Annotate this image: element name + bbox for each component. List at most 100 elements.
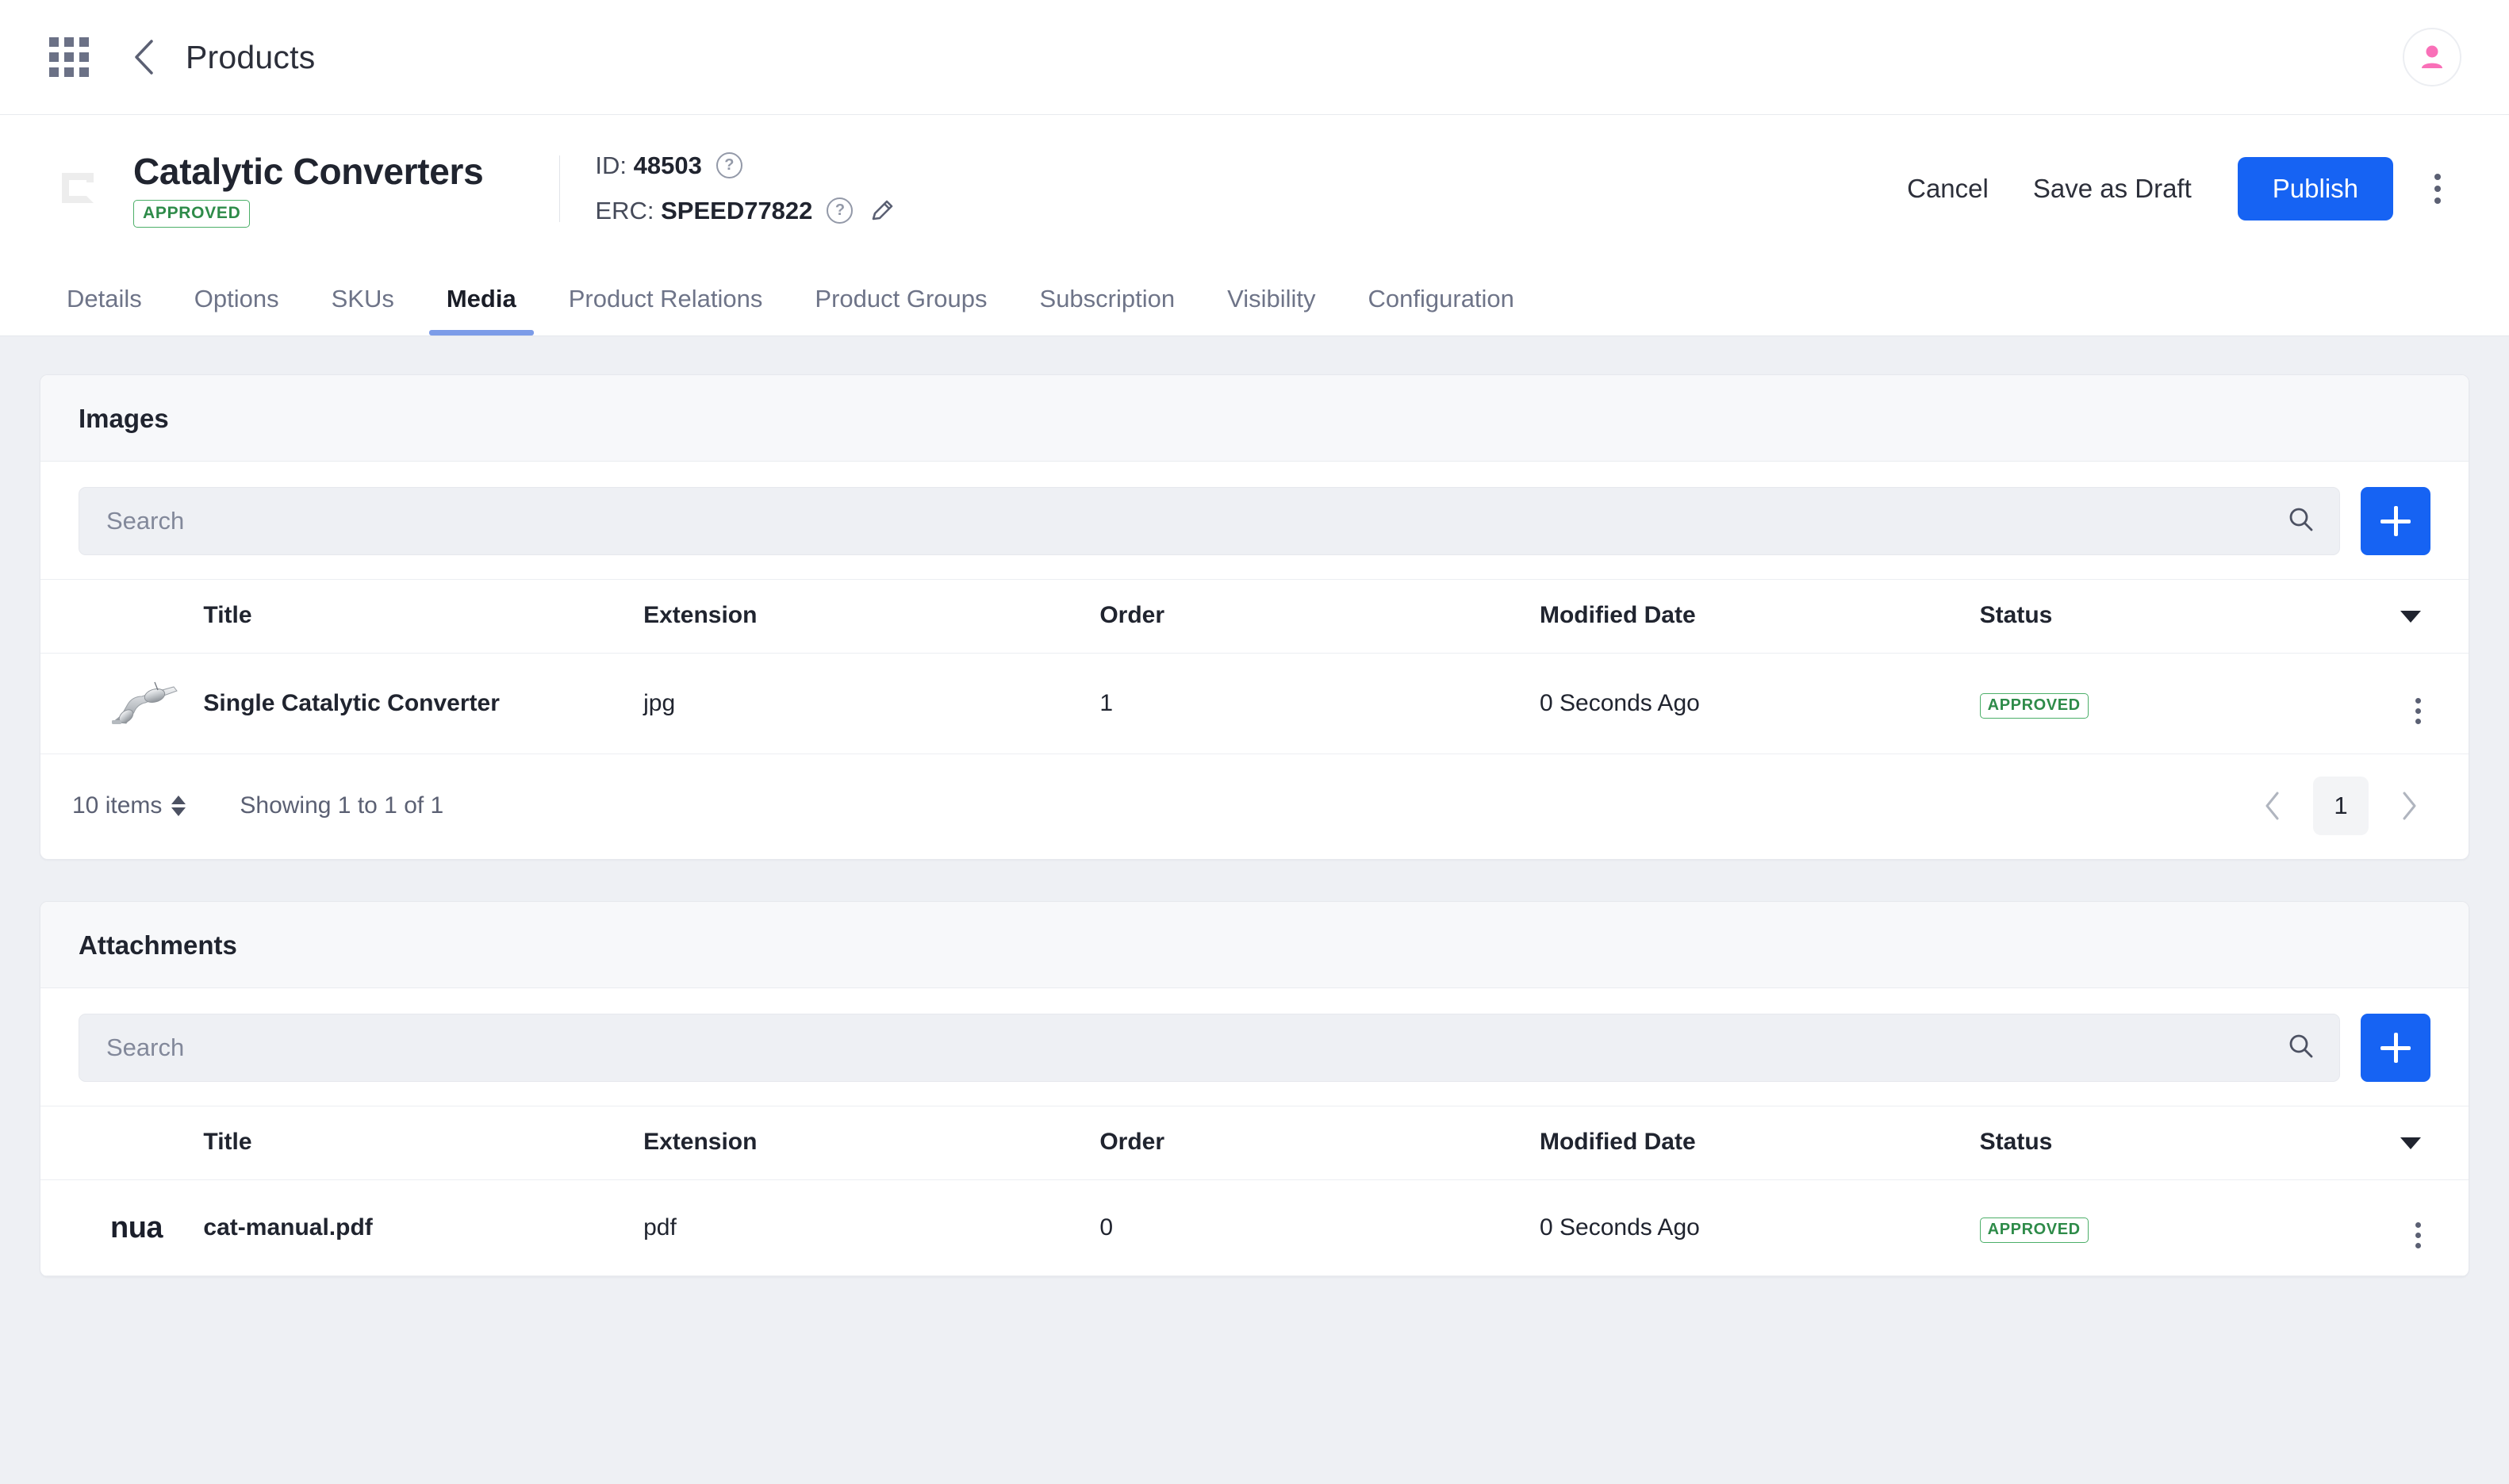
pagination: 1 (2251, 777, 2430, 835)
images-panel: Images Title Extension Or (40, 374, 2469, 860)
attachment-row-extension: pdf (643, 1179, 1100, 1276)
question-mark-circle-icon[interactable]: ? (715, 152, 742, 178)
caret-down-icon[interactable] (2400, 1137, 2421, 1149)
header-actions: Cancel Save as Draft Publish (1885, 156, 2461, 220)
showing-range-label: Showing 1 to 1 of 1 (240, 792, 444, 819)
attachment-row-order: 0 (1099, 1179, 1540, 1276)
product-erc-label: ERC: (595, 196, 654, 224)
image-row-status: APPROVED (1979, 653, 2371, 754)
question-mark-circle-icon[interactable]: ? (827, 197, 854, 224)
search-icon[interactable] (2287, 1032, 2315, 1064)
attachments-search-input[interactable] (106, 1033, 2287, 1062)
publish-button[interactable]: Publish (2237, 156, 2393, 220)
attachments-col-title[interactable]: Title (203, 1106, 644, 1180)
catalytic-converter-photo-icon (110, 681, 180, 727)
add-image-button[interactable] (2361, 487, 2430, 555)
images-panel-header: Images (40, 375, 2469, 462)
status-badge: APPROVED (1979, 692, 2089, 719)
save-as-draft-button[interactable]: Save as Draft (2011, 163, 2214, 215)
attachment-row-thumbnail: nua (40, 1179, 204, 1276)
divider (559, 155, 561, 222)
product-id-label: ID: (595, 151, 627, 179)
attachments-search-box[interactable] (79, 1014, 2340, 1082)
images-col-status[interactable]: Status (1979, 579, 2371, 654)
image-row-thumbnail (40, 653, 204, 754)
kebab-menu-icon[interactable] (2415, 698, 2421, 724)
attachment-row-modified-date: 0 Seconds Ago (1539, 1179, 1980, 1276)
attachments-panel-header: Attachments (40, 902, 2469, 988)
tab-product-relations[interactable]: Product Relations (551, 262, 781, 336)
images-table: Title Extension Order Modified Date Stat… (40, 579, 2469, 754)
add-attachment-button[interactable] (2361, 1014, 2430, 1082)
product-erc-value: SPEED77822 (661, 196, 813, 224)
broken-image-placeholder-icon (49, 159, 109, 219)
image-row-title[interactable]: Single Catalytic Converter (203, 653, 644, 754)
attachment-row-title[interactable]: cat-manual.pdf (203, 1179, 644, 1276)
attachments-panel-title: Attachments (79, 930, 237, 960)
up-down-arrows-icon[interactable] (171, 796, 186, 816)
images-col-actions (2370, 579, 2469, 654)
tab-subscription[interactable]: Subscription (1022, 262, 1193, 336)
attachments-col-status[interactable]: Status (1979, 1106, 2371, 1180)
images-search-input[interactable] (106, 507, 2287, 535)
tab-options[interactable]: Options (177, 262, 297, 336)
pdf-thumbnail-icon: nua (110, 1210, 163, 1244)
attachments-col-modified-date[interactable]: Modified Date (1539, 1106, 1980, 1180)
images-search-box[interactable] (79, 487, 2340, 555)
image-row-actions (2370, 653, 2469, 754)
product-meta: ID: 48503 ? ERC: SPEED77822 ? (595, 151, 897, 226)
images-col-thumbnail (40, 579, 204, 654)
table-row[interactable]: Single Catalytic Converter jpg 1 0 Secon… (40, 653, 2469, 754)
images-search-row (40, 462, 2469, 579)
attachments-table: Title Extension Order Modified Date Stat… (40, 1106, 2469, 1276)
tab-configuration[interactable]: Configuration (1351, 262, 1532, 336)
page-size-label: 10 items (72, 792, 163, 819)
search-icon[interactable] (2287, 505, 2315, 538)
pencil-edit-icon[interactable] (867, 196, 897, 226)
images-col-modified-date[interactable]: Modified Date (1539, 579, 1980, 654)
attachments-col-thumbnail (40, 1106, 204, 1180)
image-row-extension: jpg (643, 653, 1100, 754)
tab-visibility[interactable]: Visibility (1210, 262, 1333, 336)
product-id-value: 48503 (633, 151, 702, 179)
tab-bar: Details Options SKUs Media Product Relat… (0, 262, 2509, 336)
cancel-button[interactable]: Cancel (1885, 163, 2011, 215)
kebab-menu-icon[interactable] (2415, 1222, 2421, 1248)
table-row[interactable]: nua cat-manual.pdf pdf 0 0 Seconds Ago A… (40, 1179, 2469, 1276)
images-table-header-row: Title Extension Order Modified Date Stat… (40, 579, 2469, 654)
page-number-1[interactable]: 1 (2313, 777, 2369, 835)
chevron-left-icon[interactable] (130, 40, 157, 75)
next-page-button[interactable] (2388, 784, 2430, 827)
grid-apps-icon[interactable] (49, 37, 89, 77)
images-panel-title: Images (79, 404, 169, 433)
tab-details[interactable]: Details (49, 262, 159, 336)
tab-media[interactable]: Media (428, 262, 534, 336)
attachments-col-order[interactable]: Order (1099, 1106, 1540, 1180)
tab-skus[interactable]: SKUs (314, 262, 412, 336)
images-col-title[interactable]: Title (203, 579, 644, 654)
kebab-menu-icon[interactable] (2414, 165, 2461, 213)
prev-page-button[interactable] (2251, 784, 2294, 827)
top-navigation-bar: Products (0, 0, 2509, 115)
tab-product-groups[interactable]: Product Groups (797, 262, 1004, 336)
status-badge: APPROVED (133, 199, 251, 228)
images-table-footer: 10 items Showing 1 to 1 of 1 1 (40, 754, 2469, 859)
attachments-col-extension[interactable]: Extension (643, 1106, 1100, 1180)
image-row-modified-date: 0 Seconds Ago (1539, 653, 1980, 754)
product-header: Catalytic Converters APPROVED ID: 48503 … (0, 115, 2509, 262)
attachments-col-actions (2370, 1106, 2469, 1180)
product-id-row: ID: 48503 ? (595, 151, 897, 180)
product-title-block: Catalytic Converters APPROVED (133, 150, 484, 228)
caret-down-icon[interactable] (2400, 611, 2421, 623)
attachments-search-row (40, 988, 2469, 1106)
product-erc-row: ERC: SPEED77822 ? (595, 196, 897, 226)
images-col-order[interactable]: Order (1099, 579, 1540, 654)
attachment-row-status: APPROVED (1979, 1179, 2371, 1276)
images-col-extension[interactable]: Extension (643, 579, 1100, 654)
user-avatar-icon[interactable] (2403, 28, 2461, 86)
image-row-order: 1 (1099, 653, 1540, 754)
attachment-row-actions (2370, 1179, 2469, 1276)
page-size-selector[interactable]: 10 items (72, 792, 186, 819)
breadcrumb[interactable]: Products (186, 39, 315, 76)
attachments-table-header-row: Title Extension Order Modified Date Stat… (40, 1106, 2469, 1180)
